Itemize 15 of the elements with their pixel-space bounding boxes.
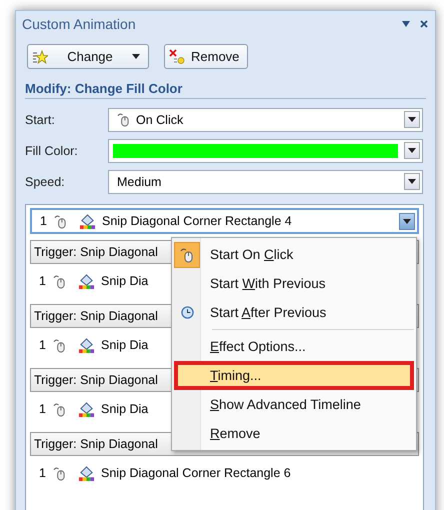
- item-name: Snip Dia: [101, 402, 148, 416]
- order-number: 1: [39, 274, 47, 288]
- item-name: Snip Diagonal Corner Rectangle 4: [102, 214, 292, 228]
- field-label: Speed:: [25, 174, 66, 188]
- field-label: Fill Color:: [25, 144, 79, 158]
- order-number: 1: [39, 466, 47, 480]
- order-number: 1: [39, 402, 47, 416]
- field-label: Start:: [25, 112, 56, 126]
- order-number: 1: [39, 338, 47, 352]
- item-name: Snip Diagonal Corner Rectangle 6: [101, 466, 291, 480]
- section-heading: Modify: Change Fill Color: [25, 81, 426, 99]
- item-name: Snip Dia: [101, 274, 148, 288]
- order-number: 1: [40, 214, 48, 228]
- item-name: Snip Dia: [101, 338, 148, 352]
- pane-title: Custom Animation: [22, 16, 137, 32]
